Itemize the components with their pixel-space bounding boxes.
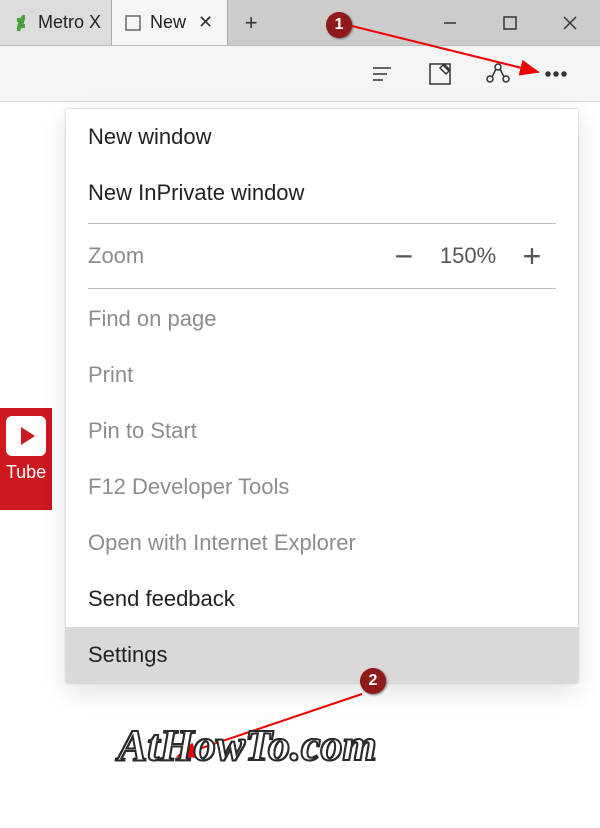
titlebar: Metro X New ✕ + — [0, 0, 600, 46]
new-tab-button[interactable]: + — [228, 0, 274, 45]
youtube-label: Tube — [0, 462, 52, 483]
youtube-icon — [6, 416, 46, 456]
web-note-icon[interactable] — [426, 60, 454, 88]
reading-list-icon[interactable] — [368, 60, 396, 88]
zoom-label: Zoom — [88, 243, 380, 269]
more-icon[interactable] — [542, 60, 570, 88]
menu-settings[interactable]: Settings — [66, 627, 578, 683]
watermark-text: AtHowTo.com — [118, 720, 377, 771]
menu-pin-to-start[interactable]: Pin to Start — [66, 403, 578, 459]
menu-find-on-page[interactable]: Find on page — [66, 291, 578, 347]
tab-label: New — [150, 12, 186, 33]
callout-badge-2: 2 — [360, 668, 386, 694]
tab-metrox[interactable]: Metro X — [0, 0, 112, 45]
zoom-in-button[interactable]: + — [508, 238, 556, 275]
tab-new[interactable]: New ✕ — [112, 0, 228, 45]
menu-print[interactable]: Print — [66, 347, 578, 403]
close-window-button[interactable] — [540, 0, 600, 46]
share-icon[interactable] — [484, 60, 512, 88]
menu-dev-tools[interactable]: F12 Developer Tools — [66, 459, 578, 515]
youtube-tile[interactable]: Tube — [0, 408, 52, 510]
more-menu: New window New InPrivate window Zoom − 1… — [66, 109, 578, 683]
close-tab-icon[interactable]: ✕ — [194, 12, 217, 33]
minimize-button[interactable] — [420, 0, 480, 46]
separator — [88, 288, 556, 289]
separator — [88, 223, 556, 224]
menu-send-feedback[interactable]: Send feedback — [66, 571, 578, 627]
deviantart-icon — [12, 14, 30, 32]
menu-zoom-row: Zoom − 150% + — [66, 226, 578, 286]
page-icon — [124, 14, 142, 32]
callout-badge-1: 1 — [326, 12, 352, 38]
maximize-button[interactable] — [480, 0, 540, 46]
menu-new-inprivate[interactable]: New InPrivate window — [66, 165, 578, 221]
toolbar — [0, 46, 600, 102]
window-controls — [420, 0, 600, 45]
zoom-value: 150% — [428, 243, 508, 269]
menu-new-window[interactable]: New window — [66, 109, 578, 165]
menu-open-ie[interactable]: Open with Internet Explorer — [66, 515, 578, 571]
zoom-out-button[interactable]: − — [380, 238, 428, 275]
tab-label: Metro X — [38, 12, 101, 33]
